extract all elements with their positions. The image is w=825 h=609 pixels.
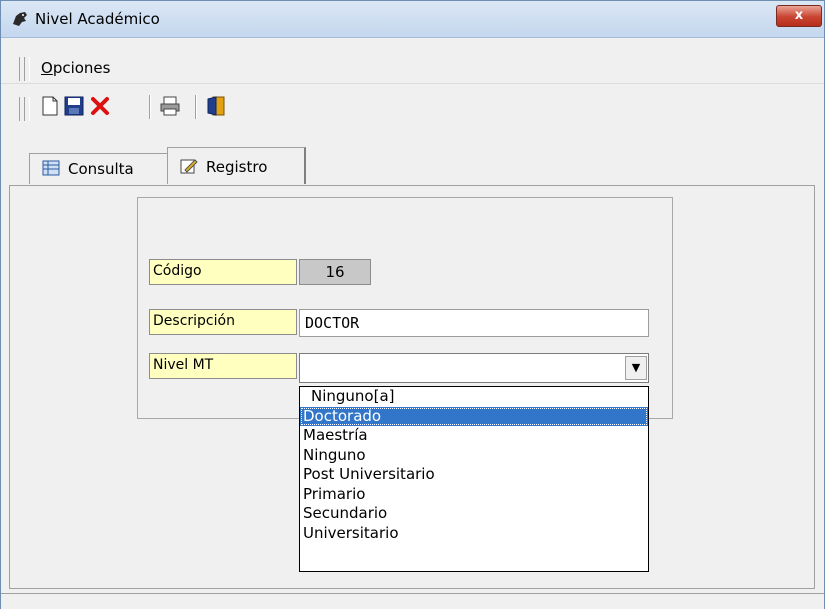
dropdown-option[interactable]: Maestría bbox=[300, 426, 648, 446]
dropdown-option[interactable]: Secundario bbox=[300, 504, 648, 524]
close-icon: x bbox=[794, 8, 804, 23]
edit-icon bbox=[180, 158, 198, 174]
dropdown-option[interactable]: Primario bbox=[300, 485, 648, 505]
tab-label: Consulta bbox=[68, 160, 134, 178]
app-icon bbox=[11, 10, 29, 28]
dropdown-arrow-button[interactable]: ▼ bbox=[625, 356, 647, 380]
toolbar bbox=[1, 89, 824, 129]
exit-icon[interactable] bbox=[205, 95, 227, 117]
dropdown-option[interactable]: Post Universitario bbox=[300, 465, 648, 485]
dropdown-option[interactable]: Ninguno bbox=[300, 446, 648, 466]
descripcion-field[interactable]: DOCTOR bbox=[299, 309, 649, 337]
toolbar-grip bbox=[24, 97, 30, 121]
nivel-mt-label: Nivel MT bbox=[149, 353, 297, 379]
app-window: Nivel Académico x Opciones Consulta Regi… bbox=[0, 0, 825, 609]
new-document-icon[interactable] bbox=[39, 95, 61, 117]
tab-label: Registro bbox=[206, 158, 268, 176]
nivel-mt-select[interactable]: ▼ bbox=[299, 353, 649, 383]
dropdown-option-selected[interactable]: Doctorado bbox=[300, 406, 648, 426]
menu-opciones[interactable]: Opciones bbox=[41, 59, 110, 77]
tab-consulta[interactable]: Consulta bbox=[29, 153, 169, 184]
toolbar-separator bbox=[149, 95, 150, 119]
dropdown-option[interactable]: Ninguno[a] bbox=[300, 387, 648, 407]
menu-grip bbox=[24, 57, 30, 81]
menu-bar: Opciones bbox=[1, 53, 824, 84]
print-icon[interactable] bbox=[159, 95, 181, 117]
descripcion-label: Descripción bbox=[149, 309, 297, 335]
window-title: Nivel Académico bbox=[35, 10, 160, 28]
toolbar-separator bbox=[195, 95, 196, 119]
status-strip bbox=[1, 593, 824, 609]
chevron-down-icon: ▼ bbox=[631, 361, 641, 374]
nivel-mt-dropdown-list[interactable]: Ninguno[a] Doctorado Maestría Ninguno Po… bbox=[299, 386, 649, 572]
dropdown-option[interactable]: Universitario bbox=[300, 524, 648, 544]
close-button[interactable]: x bbox=[776, 5, 822, 27]
codigo-label: Código bbox=[149, 259, 297, 285]
tab-registro[interactable]: Registro bbox=[167, 147, 306, 184]
title-bar[interactable]: Nivel Académico x bbox=[1, 1, 824, 38]
table-icon bbox=[42, 160, 60, 176]
save-icon[interactable] bbox=[63, 95, 85, 117]
codigo-value: 16 bbox=[299, 259, 371, 285]
delete-icon[interactable] bbox=[89, 95, 111, 117]
